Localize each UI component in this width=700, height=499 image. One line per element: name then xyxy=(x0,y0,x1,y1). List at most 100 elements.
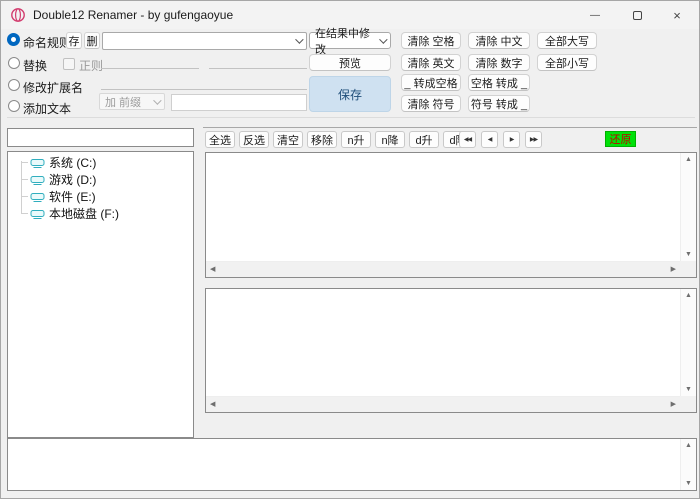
scroll-down-icon[interactable]: ▼ xyxy=(685,480,692,487)
preview-names-list[interactable] xyxy=(206,289,680,396)
status-log-panel: ▲ ▼ xyxy=(7,438,697,491)
scroll-down-icon[interactable]: ▼ xyxy=(685,386,692,393)
naming-rule-label[interactable]: 命名规则 xyxy=(23,34,71,51)
invert-selection-button[interactable]: 反选 xyxy=(239,131,269,148)
tree-filter-input[interactable] xyxy=(7,128,194,147)
list-toolbar: 全选 反选 清空 移除 n升 n降 d升 d降 ◀◀ ◀ ▶ ▶▶ 还原 xyxy=(203,127,697,150)
tree-item-drive-e[interactable]: 软件 (E:) xyxy=(8,188,193,205)
scroll-up-icon[interactable]: ▲ xyxy=(685,442,692,449)
date-sort-asc-button[interactable]: d升 xyxy=(409,131,439,148)
status-log-box[interactable] xyxy=(8,439,680,490)
scroll-up-icon[interactable]: ▲ xyxy=(685,156,692,163)
space-to-underscore-button[interactable]: 空格 转成 _ xyxy=(468,74,530,91)
replace-with-input[interactable] xyxy=(209,54,307,69)
select-all-button[interactable]: 全选 xyxy=(205,131,235,148)
rule-delete-label: 删 xyxy=(87,33,98,49)
horizontal-scrollbar[interactable]: ◀ ▶ xyxy=(206,261,680,277)
clear-digits-button[interactable]: 清除 数字 xyxy=(468,54,530,71)
scroll-up-icon[interactable]: ▲ xyxy=(685,292,692,299)
radio-add-text[interactable] xyxy=(8,100,20,112)
app-logo-icon xyxy=(10,7,26,23)
app-window: Double12 Renamer - by gufengaoyue — × 命名… xyxy=(0,0,700,499)
preview-button[interactable]: 预览 xyxy=(309,54,391,71)
rule-delete-button[interactable]: 删 xyxy=(84,32,100,49)
symbol-to-underscore-button[interactable]: 符号 转成 _ xyxy=(468,95,530,112)
restore-label: 还原 xyxy=(610,131,632,147)
clear-space-button[interactable]: 清除 空格 xyxy=(401,32,461,49)
chevron-down-icon xyxy=(153,96,161,104)
clear-space-label: 清除 空格 xyxy=(407,33,454,49)
vertical-scrollbar[interactable]: ▲ ▼ xyxy=(680,289,696,396)
add-text-input[interactable] xyxy=(171,94,307,111)
scroll-left-icon[interactable]: ◀ xyxy=(210,401,215,408)
replace-label[interactable]: 替换 xyxy=(23,57,47,74)
space-to-underscore-label: 空格 转成 _ xyxy=(471,75,527,91)
save-label: 保存 xyxy=(338,86,362,103)
vertical-scrollbar[interactable]: ▲ ▼ xyxy=(680,439,696,490)
minimize-icon: — xyxy=(590,10,600,21)
naming-rule-combobox[interactable] xyxy=(102,32,307,50)
remove-button[interactable]: 移除 xyxy=(307,131,337,148)
drive-icon xyxy=(30,174,45,186)
scroll-right-icon[interactable]: ▶ xyxy=(671,266,676,273)
date-sort-asc-label: d升 xyxy=(415,132,432,148)
replace-find-input[interactable] xyxy=(101,54,199,69)
all-lowercase-button[interactable]: 全部小写 xyxy=(537,54,597,71)
clear-english-button[interactable]: 清除 英文 xyxy=(401,54,461,71)
tree-item-drive-d[interactable]: 游戏 (D:) xyxy=(8,171,193,188)
scroll-right-icon[interactable]: ▶ xyxy=(671,401,676,408)
rule-save-label: 存 xyxy=(69,33,80,49)
name-sort-desc-button[interactable]: n降 xyxy=(375,131,405,148)
change-extension-label[interactable]: 修改扩展名 xyxy=(23,79,83,96)
clear-list-button[interactable]: 清空 xyxy=(273,131,303,148)
radio-change-extension[interactable] xyxy=(8,79,20,91)
move-to-bottom-icon: ▶▶ xyxy=(530,136,537,143)
all-uppercase-label: 全部大写 xyxy=(545,33,589,49)
move-up-button[interactable]: ◀ xyxy=(481,131,498,148)
clear-chinese-label: 清除 中文 xyxy=(475,33,522,49)
restore-button[interactable]: 还原 xyxy=(605,131,636,147)
close-button[interactable]: × xyxy=(657,1,697,29)
preview-label: 预览 xyxy=(339,55,361,71)
close-icon: × xyxy=(673,8,681,23)
original-names-list[interactable] xyxy=(206,153,680,261)
drive-icon xyxy=(30,208,45,220)
all-uppercase-button[interactable]: 全部大写 xyxy=(537,32,597,49)
rule-save-button[interactable]: 存 xyxy=(66,32,82,49)
extension-input[interactable] xyxy=(101,75,307,90)
move-to-bottom-button[interactable]: ▶▶ xyxy=(525,131,542,148)
horizontal-scrollbar[interactable]: ◀ ▶ xyxy=(206,396,680,412)
preview-names-list-panel: ▲ ▼ ◀ ▶ xyxy=(205,288,697,413)
save-button[interactable]: 保存 xyxy=(309,76,391,112)
move-to-top-button[interactable]: ◀◀ xyxy=(459,131,476,148)
clear-symbols-button[interactable]: 清除 符号 xyxy=(401,95,461,112)
scroll-left-icon[interactable]: ◀ xyxy=(210,266,215,273)
move-up-icon: ◀ xyxy=(488,136,492,143)
clear-list-label: 清空 xyxy=(277,132,299,148)
tree-item-label: 本地磁盘 (F:) xyxy=(49,205,119,222)
scroll-down-icon[interactable]: ▼ xyxy=(685,251,692,258)
modify-in-result-value: 在结果中修改 xyxy=(315,25,379,57)
maximize-button[interactable] xyxy=(617,1,657,29)
add-text-label[interactable]: 添加文本 xyxy=(23,100,71,117)
minimize-button[interactable]: — xyxy=(575,1,615,29)
vertical-scrollbar[interactable]: ▲ ▼ xyxy=(680,153,696,261)
drive-tree-panel[interactable]: 系统 (C:) 游戏 (D:) 软件 (E:) 本地磁盘 (F:) xyxy=(7,151,194,438)
regex-checkbox[interactable] xyxy=(63,58,75,70)
radio-naming-rule[interactable] xyxy=(7,33,20,46)
radio-replace[interactable] xyxy=(8,57,20,69)
tree-item-drive-f[interactable]: 本地磁盘 (F:) xyxy=(8,205,193,222)
tree-item-label: 软件 (E:) xyxy=(49,188,96,205)
modify-in-result-combobox[interactable]: 在结果中修改 xyxy=(309,32,391,49)
section-divider xyxy=(7,117,695,118)
add-text-mode-combobox[interactable]: 加 前缀 xyxy=(99,93,165,110)
invert-selection-label: 反选 xyxy=(243,132,265,148)
tree-item-drive-c[interactable]: 系统 (C:) xyxy=(8,154,193,171)
tree-connector-stub xyxy=(21,196,28,197)
clear-chinese-button[interactable]: 清除 中文 xyxy=(468,32,530,49)
underscore-to-space-button[interactable]: _ 转成空格 xyxy=(401,74,461,91)
name-sort-asc-button[interactable]: n升 xyxy=(341,131,371,148)
window-title: Double12 Renamer - by gufengaoyue xyxy=(33,8,233,22)
chevron-down-icon xyxy=(295,35,303,43)
move-down-button[interactable]: ▶ xyxy=(503,131,520,148)
